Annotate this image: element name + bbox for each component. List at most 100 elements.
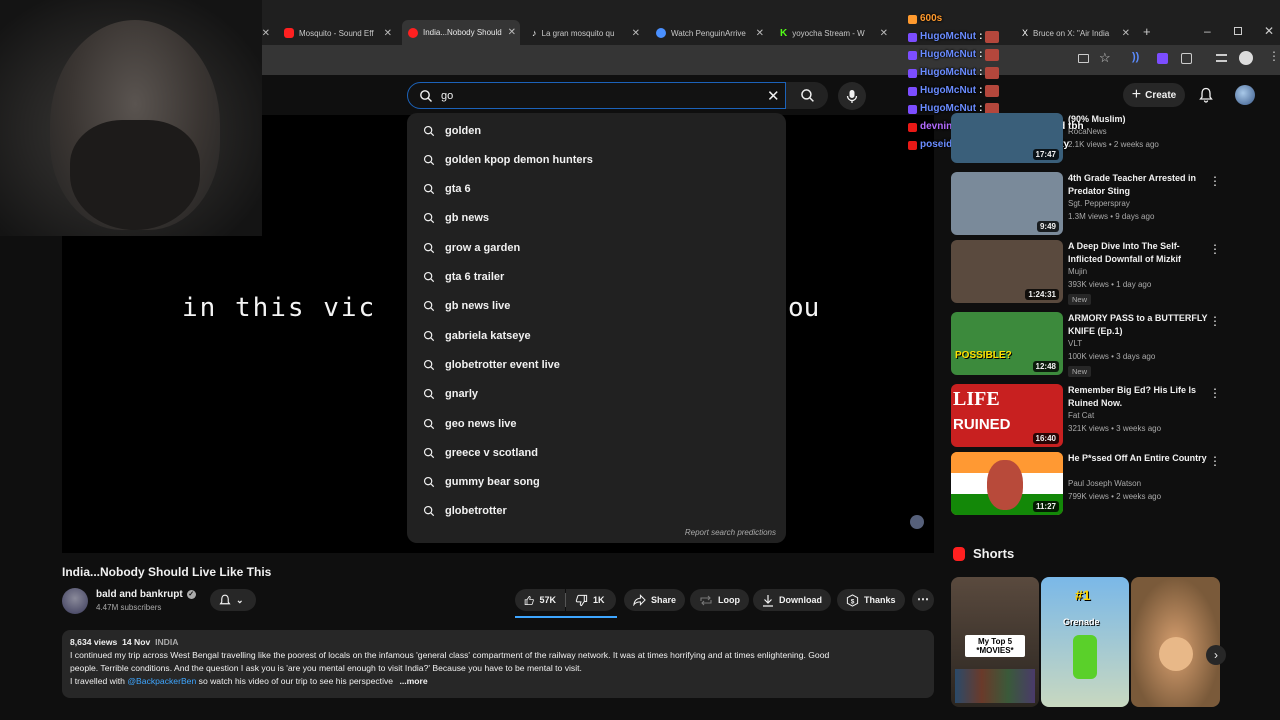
dislike-button[interactable]: 1K	[566, 589, 616, 611]
search-suggestion-item[interactable]: gummy bear song	[407, 468, 786, 497]
search-suggestion-item[interactable]: grow a garden	[407, 233, 786, 262]
search-input[interactable]	[441, 89, 741, 102]
account-avatar[interactable]	[1235, 85, 1255, 105]
browser-tab[interactable]: Watch PenguinArrive ✕	[650, 22, 768, 44]
search-suggestion-item[interactable]: golden	[407, 116, 786, 145]
extensions-puzzle-icon[interactable]	[1181, 53, 1192, 64]
chat-username[interactable]: HugoMcNut	[920, 46, 976, 64]
extension-audio-icon[interactable]: ))	[1132, 51, 1139, 63]
close-tab-icon[interactable]: ✕	[880, 28, 888, 39]
recommended-video[interactable]: 11:27 He P*ssed Off An Entire Country Paul…	[951, 452, 1221, 516]
channel-name[interactable]: RocaNews	[1068, 127, 1107, 136]
search-button[interactable]	[786, 82, 828, 109]
voice-search-button[interactable]	[838, 82, 866, 110]
more-options-icon[interactable]: ⋮	[1209, 174, 1221, 188]
extension-shield-icon[interactable]	[1157, 53, 1168, 64]
search-suggestion-item[interactable]: gta 6	[407, 175, 786, 204]
video-title[interactable]: A Deep Dive Into The Self-Inflicted Down…	[1068, 240, 1208, 266]
chat-username[interactable]: HugoMcNut	[920, 64, 976, 82]
video-thumbnail[interactable]: 1:24:31	[951, 240, 1063, 303]
download-button[interactable]: Download	[753, 589, 831, 611]
chat-username[interactable]: 600s	[920, 10, 942, 28]
video-title[interactable]: 4th Grade Teacher Arrested in Predator S…	[1068, 172, 1208, 198]
close-tab-icon[interactable]: ✕	[384, 28, 392, 39]
video-title[interactable]: He P*ssed Off An Entire Country	[1068, 452, 1208, 465]
browser-tab-active[interactable]: India...Nobody Should ✕	[402, 20, 520, 45]
video-thumbnail[interactable]: POSSIBLE? 12:48	[951, 312, 1063, 375]
browser-menu-icon[interactable]: ⋮	[1268, 49, 1280, 63]
video-thumbnail[interactable]: 11:27	[951, 452, 1063, 515]
profile-avatar-icon[interactable]	[1239, 51, 1253, 65]
minimize-window-icon[interactable]: –	[1204, 24, 1211, 38]
more-options-icon[interactable]: ⋮	[1209, 242, 1221, 256]
channel-name[interactable]: bald and bankrupt ✓	[96, 589, 196, 600]
video-description[interactable]: 8,634 views 14 Nov INDIA I continued my …	[62, 630, 934, 698]
channel-name[interactable]: Sgt. Pepperspray	[1068, 199, 1130, 208]
more-options-icon[interactable]: ⋮	[1209, 454, 1221, 468]
short-video-thumbnail[interactable]: #1 Grenade	[1041, 577, 1129, 707]
share-button[interactable]: Share	[624, 589, 686, 611]
clear-search-icon[interactable]: ✕	[767, 87, 780, 105]
channel-name[interactable]: Fat Cat	[1068, 411, 1094, 420]
maximize-window-icon[interactable]	[1234, 27, 1242, 35]
bookmark-star-icon[interactable]: ☆	[1099, 50, 1111, 66]
recommended-video[interactable]: POSSIBLE? 12:48 ARMORY PASS to a BUTTERFLY…	[951, 312, 1221, 377]
media-controls-icon[interactable]	[1216, 54, 1227, 62]
search-suggestion-item[interactable]: golden kpop demon hunters	[407, 145, 786, 174]
channel-name[interactable]: Paul Joseph Watson	[1068, 479, 1141, 488]
browser-tab[interactable]: ♪ La gran mosquito qu ✕	[526, 22, 644, 44]
close-tab-icon[interactable]: ✕	[1122, 28, 1130, 39]
subscribed-notifications-button[interactable]: ⌄	[210, 589, 256, 611]
thanks-button[interactable]: $ Thanks	[837, 589, 905, 611]
loop-button[interactable]: Loop	[690, 589, 749, 611]
more-actions-icon[interactable]: ⋯	[912, 589, 934, 611]
notifications-bell-icon[interactable]	[1199, 87, 1213, 103]
search-suggestion-item[interactable]: gb news	[407, 204, 786, 233]
chat-username[interactable]: HugoMcNut	[920, 28, 976, 46]
browser-tab[interactable]: K yoyocha Stream - W ✕	[774, 22, 892, 44]
close-tab-icon[interactable]: ✕	[756, 28, 764, 39]
recommended-video[interactable]: 1:24:31 A Deep Dive Into The Self-Inflict…	[951, 240, 1221, 305]
recommended-video[interactable]: 9:49 4th Grade Teacher Arrested in Predat…	[951, 172, 1221, 236]
channel-name[interactable]: Mujin	[1068, 267, 1087, 276]
short-video-thumbnail[interactable]	[1131, 577, 1220, 707]
recommended-video[interactable]: 17:47 (90% Muslim) RocaNews 2.1K views • 2 …	[951, 113, 1221, 165]
report-search-predictions-link[interactable]: Report search predictions	[685, 528, 776, 537]
close-tab-icon[interactable]: ✕	[632, 28, 640, 39]
chat-username[interactable]: devnin	[920, 118, 952, 136]
search-suggestion-item[interactable]: geo news live	[407, 409, 786, 438]
new-tab-button[interactable]: +	[1143, 24, 1151, 39]
mention-link[interactable]: @BackpackerBen	[127, 676, 196, 686]
video-thumbnail[interactable]: LIFE RUINED 16:40	[951, 384, 1063, 447]
recommended-video[interactable]: LIFE RUINED 16:40 Remember Big Ed? His Life…	[951, 384, 1221, 448]
shorts-next-arrow-icon[interactable]: ›	[1206, 645, 1226, 665]
install-app-icon[interactable]	[1078, 54, 1089, 63]
search-suggestion-item[interactable]: gabriela katseye	[407, 321, 786, 350]
channel-avatar[interactable]	[62, 588, 88, 614]
video-title[interactable]: Remember Big Ed? His Life Is Ruined Now.	[1068, 384, 1208, 410]
channel-name[interactable]: VLT	[1068, 339, 1082, 348]
search-suggestion-item[interactable]: gb news live	[407, 292, 786, 321]
like-button[interactable]: 57K	[515, 589, 565, 611]
channel-watermark-icon[interactable]	[910, 515, 924, 529]
close-tab-icon[interactable]: ✕	[508, 27, 516, 38]
chat-username[interactable]: HugoMcNut	[920, 82, 976, 100]
search-suggestion-item[interactable]: gnarly	[407, 380, 786, 409]
more-options-icon[interactable]: ⋮	[1209, 314, 1221, 328]
video-title[interactable]: (90% Muslim)	[1068, 113, 1208, 126]
close-window-icon[interactable]: ✕	[1264, 24, 1274, 38]
search-box[interactable]: ✕	[407, 82, 786, 109]
search-suggestion-item[interactable]: gta 6 trailer	[407, 263, 786, 292]
video-thumbnail[interactable]: 17:47	[951, 113, 1063, 163]
more-options-icon[interactable]: ⋮	[1209, 386, 1221, 400]
search-suggestion-item[interactable]: globetrotter event live	[407, 350, 786, 379]
search-suggestion-item[interactable]: greece v scotland	[407, 438, 786, 467]
show-more-link[interactable]: ...more	[399, 676, 427, 686]
browser-tab[interactable]: Mosquito - Sound Eff ✕	[278, 22, 396, 44]
video-title[interactable]: ARMORY PASS to a BUTTERFLY KNIFE (Ep.1)	[1068, 312, 1208, 338]
video-thumbnail[interactable]: 9:49	[951, 172, 1063, 235]
create-button[interactable]: + Create	[1123, 83, 1185, 107]
tab-close-partial[interactable]: ✕	[262, 22, 272, 44]
search-suggestion-item[interactable]: globetrotter	[407, 497, 786, 526]
short-video-thumbnail[interactable]: My Top 5 *MOVIES*	[951, 577, 1039, 707]
